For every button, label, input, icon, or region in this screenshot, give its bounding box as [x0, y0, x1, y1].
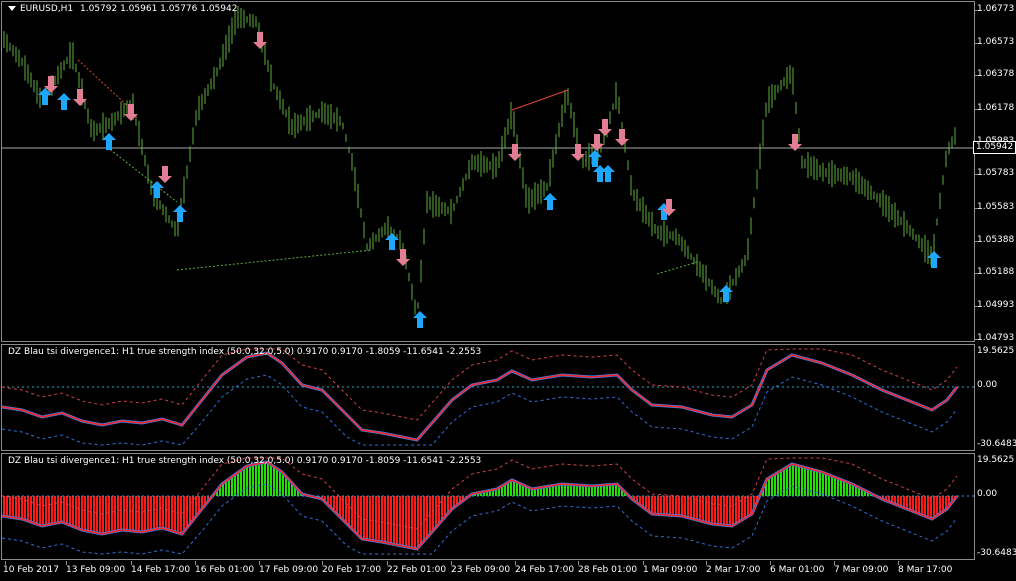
sell-arrow-icon — [615, 129, 629, 146]
buy-arrow-icon — [593, 165, 607, 182]
sell-arrow-icon — [396, 249, 410, 266]
indicator-1-canvas — [2, 348, 974, 446]
price-label: 1.06378 — [977, 69, 1015, 79]
divergence-line — [656, 261, 698, 275]
time-label: 24 Feb 17:00 — [515, 565, 575, 575]
price-label: 1.05188 — [977, 267, 1015, 277]
price-label: 1.06773 — [977, 4, 1015, 14]
buy-arrow-icon — [588, 150, 602, 167]
price-label: 1.04793 — [977, 333, 1015, 343]
price-chart-canvas — [2, 6, 974, 328]
time-label: 16 Feb 01:00 — [195, 565, 255, 575]
time-label: 13 Feb 09:00 — [66, 565, 126, 575]
indicator-pane-1[interactable]: DZ Blau tsi divergence1: H1 true strengt… — [1, 344, 975, 451]
price-label: 1.06573 — [977, 37, 1015, 47]
buy-arrow-icon — [543, 193, 557, 210]
time-label: 10 Feb 2017 — [3, 565, 60, 575]
time-label: 1 Mar 09:00 — [643, 565, 698, 575]
buy-arrow-icon — [173, 205, 187, 222]
lower-band — [2, 374, 958, 446]
buy-arrow-icon — [927, 251, 941, 268]
price-label: 1.05583 — [977, 202, 1015, 212]
symbol-label: EURUSD,H1 — [20, 4, 74, 14]
time-axis[interactable]: 10 Feb 2017 13 Feb 09:00 14 Feb 17:00 16… — [0, 561, 976, 581]
time-label: 7 Mar 09:00 — [834, 565, 889, 575]
ind1-scale-zero: 0.00 — [977, 380, 998, 390]
time-label: 23 Feb 09:00 — [451, 565, 511, 575]
time-label: 17 Feb 09:00 — [259, 565, 319, 575]
chart-header: EURUSD,H1 1.05792 1.05961 1.05776 1.0594… — [8, 4, 237, 14]
price-label: 1.06178 — [977, 103, 1015, 113]
ind2-scale-zero: 0.00 — [977, 489, 998, 499]
chart-menu-icon[interactable] — [8, 6, 16, 11]
time-label: 2 Mar 17:00 — [706, 565, 761, 575]
time-label: 22 Feb 01:00 — [387, 565, 447, 575]
signal-line — [2, 352, 958, 441]
time-label: 6 Mar 01:00 — [770, 565, 825, 575]
current-price-tag: 1.05942 — [973, 141, 1016, 154]
indicator-1-title: DZ Blau tsi divergence1: H1 true strengt… — [8, 347, 482, 357]
buy-arrow-icon — [601, 165, 615, 182]
divergence-line — [77, 59, 133, 111]
divergence-line — [176, 249, 373, 271]
time-label: 28 Feb 01:00 — [578, 565, 638, 575]
price-label: 1.05783 — [977, 168, 1015, 178]
ind1-scale-min: -30.6483 — [977, 439, 1016, 449]
ind2-scale-min: -30.6483 — [977, 548, 1016, 558]
indicator-2-canvas — [2, 457, 974, 555]
tsi-line — [2, 351, 959, 442]
buy-arrow-icon — [102, 133, 116, 150]
indicator-2-axis[interactable]: 19.5625 0.00 -30.6483 — [975, 453, 1016, 560]
price-axis[interactable]: 1.06773 1.06573 1.06378 1.06178 1.05983 … — [973, 1, 1016, 343]
indicator-2-title: DZ Blau tsi divergence1: H1 true strengt… — [8, 456, 482, 466]
price-chart-pane[interactable]: EURUSD,H1 1.05792 1.05961 1.05776 1.0594… — [1, 1, 975, 342]
time-label: 14 Feb 17:00 — [131, 565, 191, 575]
time-label: 20 Feb 17:00 — [322, 565, 382, 575]
indicator-1-axis[interactable]: 19.5625 0.00 -30.6483 — [975, 344, 1016, 451]
price-label: 1.04993 — [977, 300, 1015, 310]
price-label: 1.05388 — [977, 235, 1015, 245]
buy-arrow-icon — [57, 93, 71, 110]
time-label: 8 Mar 17:00 — [898, 565, 953, 575]
ohlc-values: 1.05792 1.05961 1.05776 1.05942 — [80, 4, 238, 14]
ind2-scale-max: 19.5625 — [977, 455, 1015, 465]
divergence-line — [511, 89, 569, 111]
ind1-scale-max: 19.5625 — [977, 346, 1015, 356]
indicator-pane-2[interactable]: DZ Blau tsi divergence1: H1 true strengt… — [1, 453, 975, 560]
sell-arrow-icon — [158, 166, 172, 183]
